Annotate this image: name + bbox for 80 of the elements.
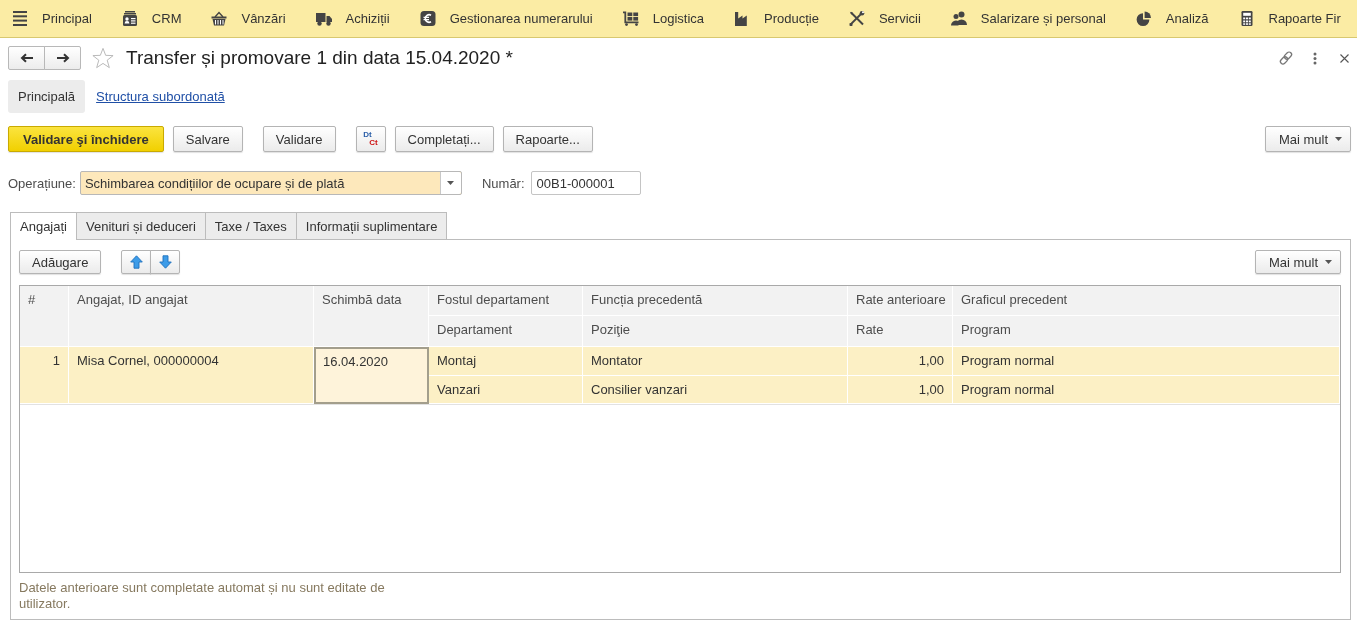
- table-cell: Program normal: [953, 347, 1340, 376]
- more-icon[interactable]: [1313, 51, 1317, 65]
- section-tab[interactable]: Principală: [8, 80, 86, 113]
- window-title: Transfer și promovare 1 din data 15.04.2020 *: [126, 47, 513, 69]
- menu-item[interactable]: Producție: [722, 0, 837, 37]
- column-header: Angajat, ID angajat: [69, 286, 314, 347]
- tab[interactable]: Informații suplimentare: [295, 212, 448, 239]
- id-card-icon: [121, 11, 138, 26]
- caret-icon: [1335, 137, 1342, 141]
- operation-field[interactable]: Schimbarea condițiilor de ocupare și de plată: [79, 171, 462, 195]
- column-header: Departament: [429, 316, 583, 347]
- menu-icon: [12, 11, 28, 26]
- forward-button[interactable]: [44, 46, 81, 70]
- caret-icon: [1325, 260, 1332, 264]
- menu-item[interactable]: Analiză: [1123, 0, 1227, 37]
- column-header: Funcția precedentă: [583, 286, 848, 316]
- hint-text: Datele anterioare sunt completate automat și nu sunt editate de utilizator.: [19, 580, 386, 612]
- link-icon[interactable]: [1278, 50, 1294, 66]
- back-button[interactable]: [8, 46, 45, 70]
- table-cell: Montaj: [429, 347, 583, 376]
- table-cell: 1,00: [848, 347, 953, 376]
- dropdown-button[interactable]: [439, 172, 461, 194]
- table-cell: Montator: [583, 347, 848, 376]
- command-button[interactable]: Completați...: [394, 126, 494, 152]
- tab[interactable]: Angajați: [10, 212, 77, 240]
- more-button[interactable]: Mai mult: [1264, 126, 1351, 152]
- truck-icon: [315, 11, 332, 26]
- field-label: Operațiune:: [8, 175, 76, 191]
- caret-icon: [447, 181, 455, 185]
- column-header: Rate: [848, 316, 953, 347]
- move-down-button[interactable]: [150, 250, 181, 274]
- command-button[interactable]: Validare: [262, 126, 336, 152]
- add-button[interactable]: Adăugare: [19, 250, 102, 274]
- tab[interactable]: Taxe / Taxes: [204, 212, 297, 239]
- more-button[interactable]: Mai mult: [1254, 250, 1341, 274]
- euro-icon: [419, 11, 436, 26]
- menu-item[interactable]: Servicii: [836, 0, 939, 37]
- star-icon[interactable]: [92, 47, 114, 69]
- column-header: Graficul precedent: [953, 286, 1340, 316]
- menu-item[interactable]: Principal: [0, 0, 110, 37]
- section-link[interactable]: Structura subordonată: [96, 89, 225, 104]
- arrow-left-icon: [19, 53, 34, 63]
- column-header: Poziţie: [583, 316, 848, 347]
- basket-icon: [211, 11, 228, 26]
- command-button[interactable]: Salvare: [172, 126, 243, 152]
- move-up-button[interactable]: [121, 250, 152, 274]
- dt-ct-button[interactable]: Dt Ct: [355, 126, 386, 152]
- column-header: Program: [953, 316, 1340, 347]
- number-field[interactable]: 00B1-000001: [530, 171, 641, 195]
- menu-item[interactable]: Achiziții: [303, 0, 408, 37]
- table-cell: Vanzari: [429, 376, 583, 404]
- column-header: Rate anterioare: [848, 286, 953, 316]
- arrow-right-icon: [55, 53, 70, 63]
- tools-icon: [848, 11, 865, 26]
- menu-item[interactable]: Salarizare și personal: [938, 0, 1124, 37]
- arrow-up-icon: [129, 255, 143, 269]
- table-cell: 1,00: [848, 376, 953, 404]
- people-icon: [950, 11, 967, 26]
- column-header: Schimbă data: [314, 286, 429, 347]
- menu-item[interactable]: CRM: [109, 0, 200, 37]
- table-cell: Consilier vanzari: [583, 376, 848, 404]
- menu-item[interactable]: Gestionarea numerarului: [407, 0, 611, 37]
- menu-item[interactable]: Vânzări: [199, 0, 304, 37]
- table-row[interactable]: 1 Misa Cornel, 000000004 16.04.2020 Montaj Vanzari Montator Consilier vanzari 1,00 1,00 Program normal Program normal: [20, 347, 1340, 405]
- pie-chart-icon: [1135, 11, 1152, 26]
- factory-icon: [734, 11, 750, 26]
- table-cell: 1: [20, 347, 69, 404]
- validate-close-button[interactable]: Validare şi închidere: [8, 126, 164, 152]
- tab[interactable]: Venituri și deduceri: [76, 212, 206, 239]
- table-cell: 16.04.2020: [314, 347, 429, 404]
- arrow-down-icon: [158, 255, 172, 269]
- column-header: Fostul departament: [429, 286, 583, 316]
- close-icon[interactable]: [1340, 53, 1349, 63]
- cart-icon: [622, 11, 639, 26]
- menu-item[interactable]: Rapoarte Fir: [1226, 0, 1357, 37]
- menu-item[interactable]: Logistica: [610, 0, 722, 37]
- command-button[interactable]: Rapoarte...: [502, 126, 593, 152]
- field-label: Număr:: [481, 175, 525, 191]
- table-cell: Program normal: [953, 376, 1340, 404]
- column-header: #: [20, 286, 69, 347]
